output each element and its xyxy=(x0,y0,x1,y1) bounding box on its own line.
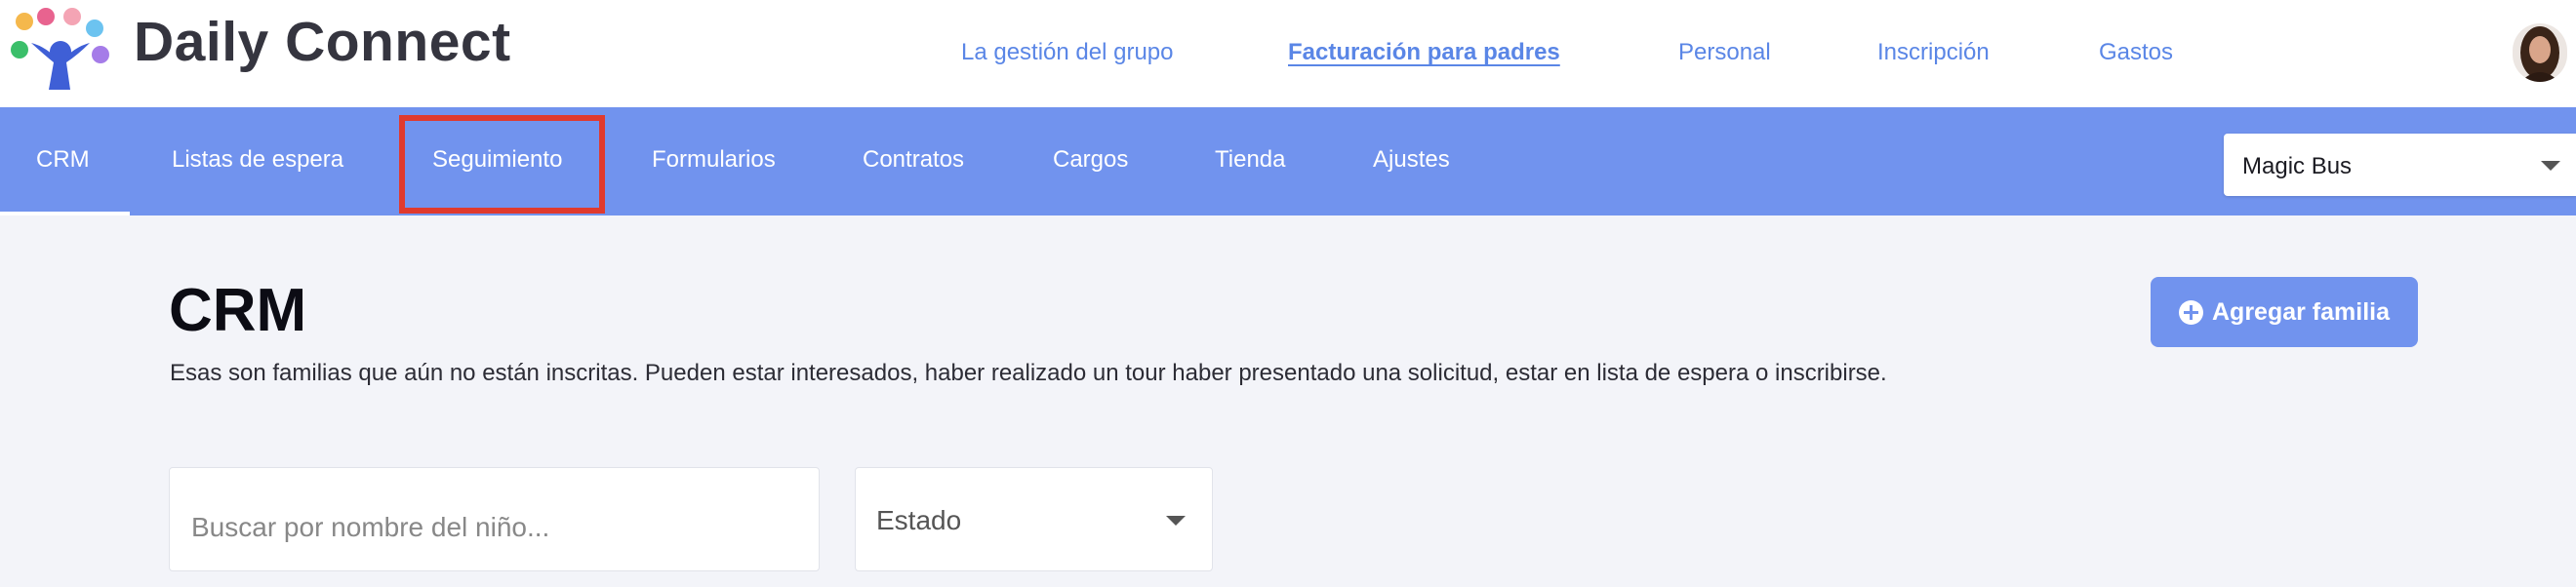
estado-select-value: Estado xyxy=(876,505,962,535)
search-box xyxy=(169,467,820,571)
daily-connect-logo-icon[interactable] xyxy=(10,8,113,92)
top-header: Daily Connect La gestión del grupo Factu… xyxy=(0,0,2576,107)
estado-select[interactable]: Estado xyxy=(855,467,1213,571)
chevron-down-icon xyxy=(2541,161,2560,171)
add-family-label: Agregar familia xyxy=(2212,298,2391,326)
page-description: Esas son familias que aún no están inscr… xyxy=(170,360,1887,386)
active-tab-indicator xyxy=(0,212,130,215)
plus-circle-icon xyxy=(2179,300,2203,325)
topnav-enrollment[interactable]: Inscripción xyxy=(1877,39,1990,66)
topnav-staff[interactable]: Personal xyxy=(1678,39,1771,66)
topnav-parent-billing[interactable]: Facturación para padres xyxy=(1288,39,1560,66)
add-family-button[interactable]: Agregar familia xyxy=(2151,277,2418,347)
tab-settings[interactable]: Ajustes xyxy=(1373,146,1450,174)
tab-charges[interactable]: Cargos xyxy=(1053,146,1128,174)
user-avatar[interactable] xyxy=(2513,23,2567,82)
center-select[interactable]: Magic Bus xyxy=(2224,134,2576,196)
app-brand: Daily Connect xyxy=(134,11,511,73)
tab-crm[interactable]: CRM xyxy=(36,146,90,174)
tab-store[interactable]: Tienda xyxy=(1215,146,1286,174)
tab-forms[interactable]: Formularios xyxy=(652,146,776,174)
tab-waitlists[interactable]: Listas de espera xyxy=(172,146,343,174)
tab-seguimiento[interactable]: Seguimiento xyxy=(432,146,562,174)
child-name-search-input[interactable] xyxy=(170,468,819,570)
topnav-expenses[interactable]: Gastos xyxy=(2099,39,2173,66)
topnav-group-management[interactable]: La gestión del grupo xyxy=(961,39,1174,66)
chevron-down-icon xyxy=(1166,516,1186,526)
center-select-value: Magic Bus xyxy=(2242,153,2353,179)
tab-contracts[interactable]: Contratos xyxy=(863,146,964,174)
section-nav: CRM Listas de espera Seguimiento Formula… xyxy=(0,107,2576,215)
page-title: CRM xyxy=(169,277,307,344)
